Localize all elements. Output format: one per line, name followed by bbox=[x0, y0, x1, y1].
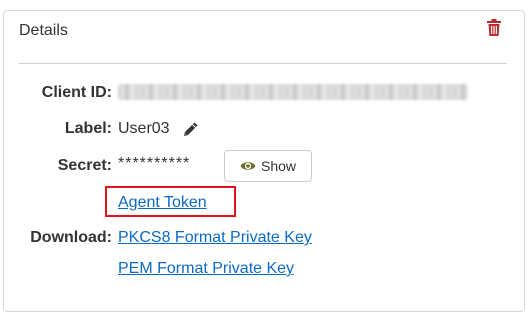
show-button-label: Show bbox=[260, 158, 297, 174]
agent-token-link[interactable]: Agent Token bbox=[118, 194, 207, 212]
secret-label: Secret: bbox=[57, 157, 112, 174]
pem-private-key-link[interactable]: PEM Format Private Key bbox=[118, 260, 294, 278]
download-label: Download: bbox=[30, 229, 112, 246]
show-secret-button[interactable]: Show bbox=[224, 150, 312, 182]
secret-value: ********** bbox=[118, 155, 191, 172]
trash-icon[interactable] bbox=[487, 19, 501, 36]
pencil-icon[interactable] bbox=[183, 121, 199, 137]
label-value: User03 bbox=[118, 120, 170, 137]
pkcs8-private-key-link[interactable]: PKCS8 Format Private Key bbox=[118, 229, 312, 247]
client-id-label: Client ID: bbox=[41, 84, 112, 101]
label-field-label: Label: bbox=[64, 120, 112, 137]
header-divider bbox=[19, 63, 507, 64]
client-id-value-redacted bbox=[118, 84, 468, 100]
eye-icon bbox=[240, 162, 256, 170]
panel-title: Details bbox=[19, 22, 68, 39]
